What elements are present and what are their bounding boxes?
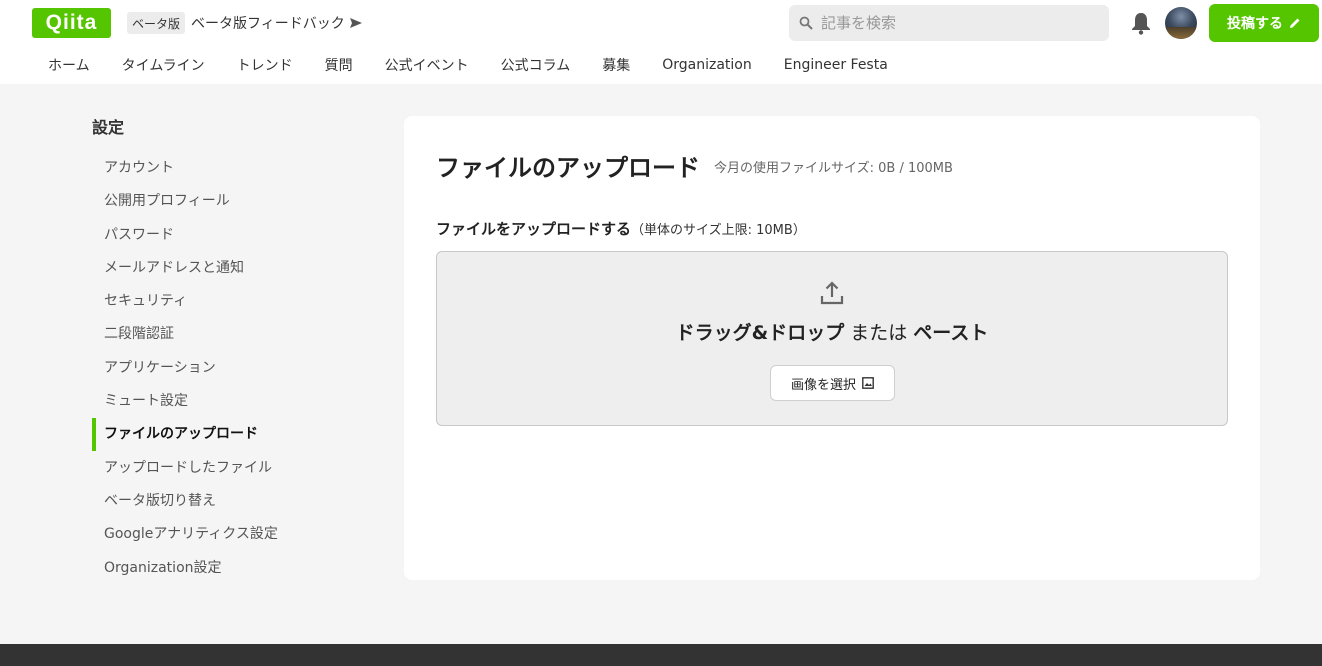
search-box[interactable] [789,5,1109,41]
sidebar-item-applications[interactable]: アプリケーション [92,352,382,385]
nav-item-timeline[interactable]: タイムライン [106,55,221,75]
select-image-button[interactable]: 画像を選択 [770,365,895,401]
sidebar-item-account[interactable]: アカウント [92,152,382,185]
sidebar-item-two-factor[interactable]: 二段階認証 [92,318,382,351]
main-nav: ホーム タイムライン トレンド 質問 公式イベント 公式コラム 募集 Organ… [32,52,904,78]
sidebar-item-email-notifications[interactable]: メールアドレスと通知 [92,252,382,285]
dropzone-text: ドラッグ&ドロップ または ペースト [437,318,1227,345]
file-dropzone[interactable]: ドラッグ&ドロップ または ペースト 画像を選択 [436,251,1228,426]
nav-item-trend[interactable]: トレンド [221,55,309,75]
sidebar-item-uploaded-files[interactable]: アップロードしたファイル [92,452,382,485]
search-icon [799,16,813,30]
or-text: または [844,322,914,344]
upload-label: ファイルをアップロードする（単体のサイズ上限: 10MB） [436,218,806,239]
settings-sidebar: 設定 アカウント 公開用プロフィール パスワード メールアドレスと通知 セキュリ… [92,116,382,585]
nav-item-questions[interactable]: 質問 [309,55,369,75]
image-icon [862,377,874,389]
select-image-label: 画像を選択 [790,377,856,393]
sidebar-item-security[interactable]: セキュリティ [92,285,382,318]
beta-feedback-link[interactable]: ベータ版フィードバック [191,12,363,34]
beta-badge: ベータ版 [127,12,186,34]
nav-item-official-columns[interactable]: 公式コラム [485,55,587,75]
send-icon [349,18,362,28]
sidebar-item-mute-settings[interactable]: ミュート設定 [92,385,382,418]
user-avatar[interactable] [1165,7,1197,39]
sidebar-item-organization-settings[interactable]: Organization設定 [92,552,382,585]
sidebar-item-public-profile[interactable]: 公開用プロフィール [92,185,382,218]
paste-text: ペースト [913,322,989,344]
qiita-logo[interactable]: Qiita [32,8,111,38]
drag-drop-text: ドラッグ&ドロップ [675,322,845,344]
nav-item-official-events[interactable]: 公式イベント [369,55,485,75]
upload-size-limit: （単体のサイズ上限: 10MB） [631,223,806,238]
upload-label-text: ファイルをアップロードする [436,220,632,238]
header: Qiita ベータ版 ベータ版フィードバック 投稿する ホーム タイムライン ト… [0,0,1322,84]
sidebar-item-beta-toggle[interactable]: ベータ版切り替え [92,485,382,518]
sidebar-title: 設定 [92,118,125,137]
sidebar-item-google-analytics[interactable]: Googleアナリティクス設定 [92,518,382,551]
upload-icon [820,281,844,305]
pencil-icon [1290,18,1300,28]
beta-feedback-label: ベータ版フィードバック [191,16,345,32]
nav-item-home[interactable]: ホーム [32,55,106,75]
page-title: ファイルのアップロード [436,154,700,182]
sidebar-item-file-upload[interactable]: ファイルのアップロード [92,418,382,452]
search-input[interactable] [821,14,1091,32]
post-button-label: 投稿する [1227,16,1283,32]
nav-item-engineer-festa[interactable]: Engineer Festa [768,57,904,73]
nav-item-organization[interactable]: Organization [646,57,768,73]
main-panel: ファイルのアップロード 今月の使用ファイルサイズ: 0B / 100MB ファイ… [404,116,1260,580]
nav-item-recruit[interactable]: 募集 [586,55,646,75]
sidebar-item-password[interactable]: パスワード [92,219,382,252]
footer [0,644,1322,666]
bell-icon[interactable] [1130,11,1152,35]
post-button[interactable]: 投稿する [1209,4,1319,42]
usage-text: 今月の使用ファイルサイズ: 0B / 100MB [714,161,953,176]
